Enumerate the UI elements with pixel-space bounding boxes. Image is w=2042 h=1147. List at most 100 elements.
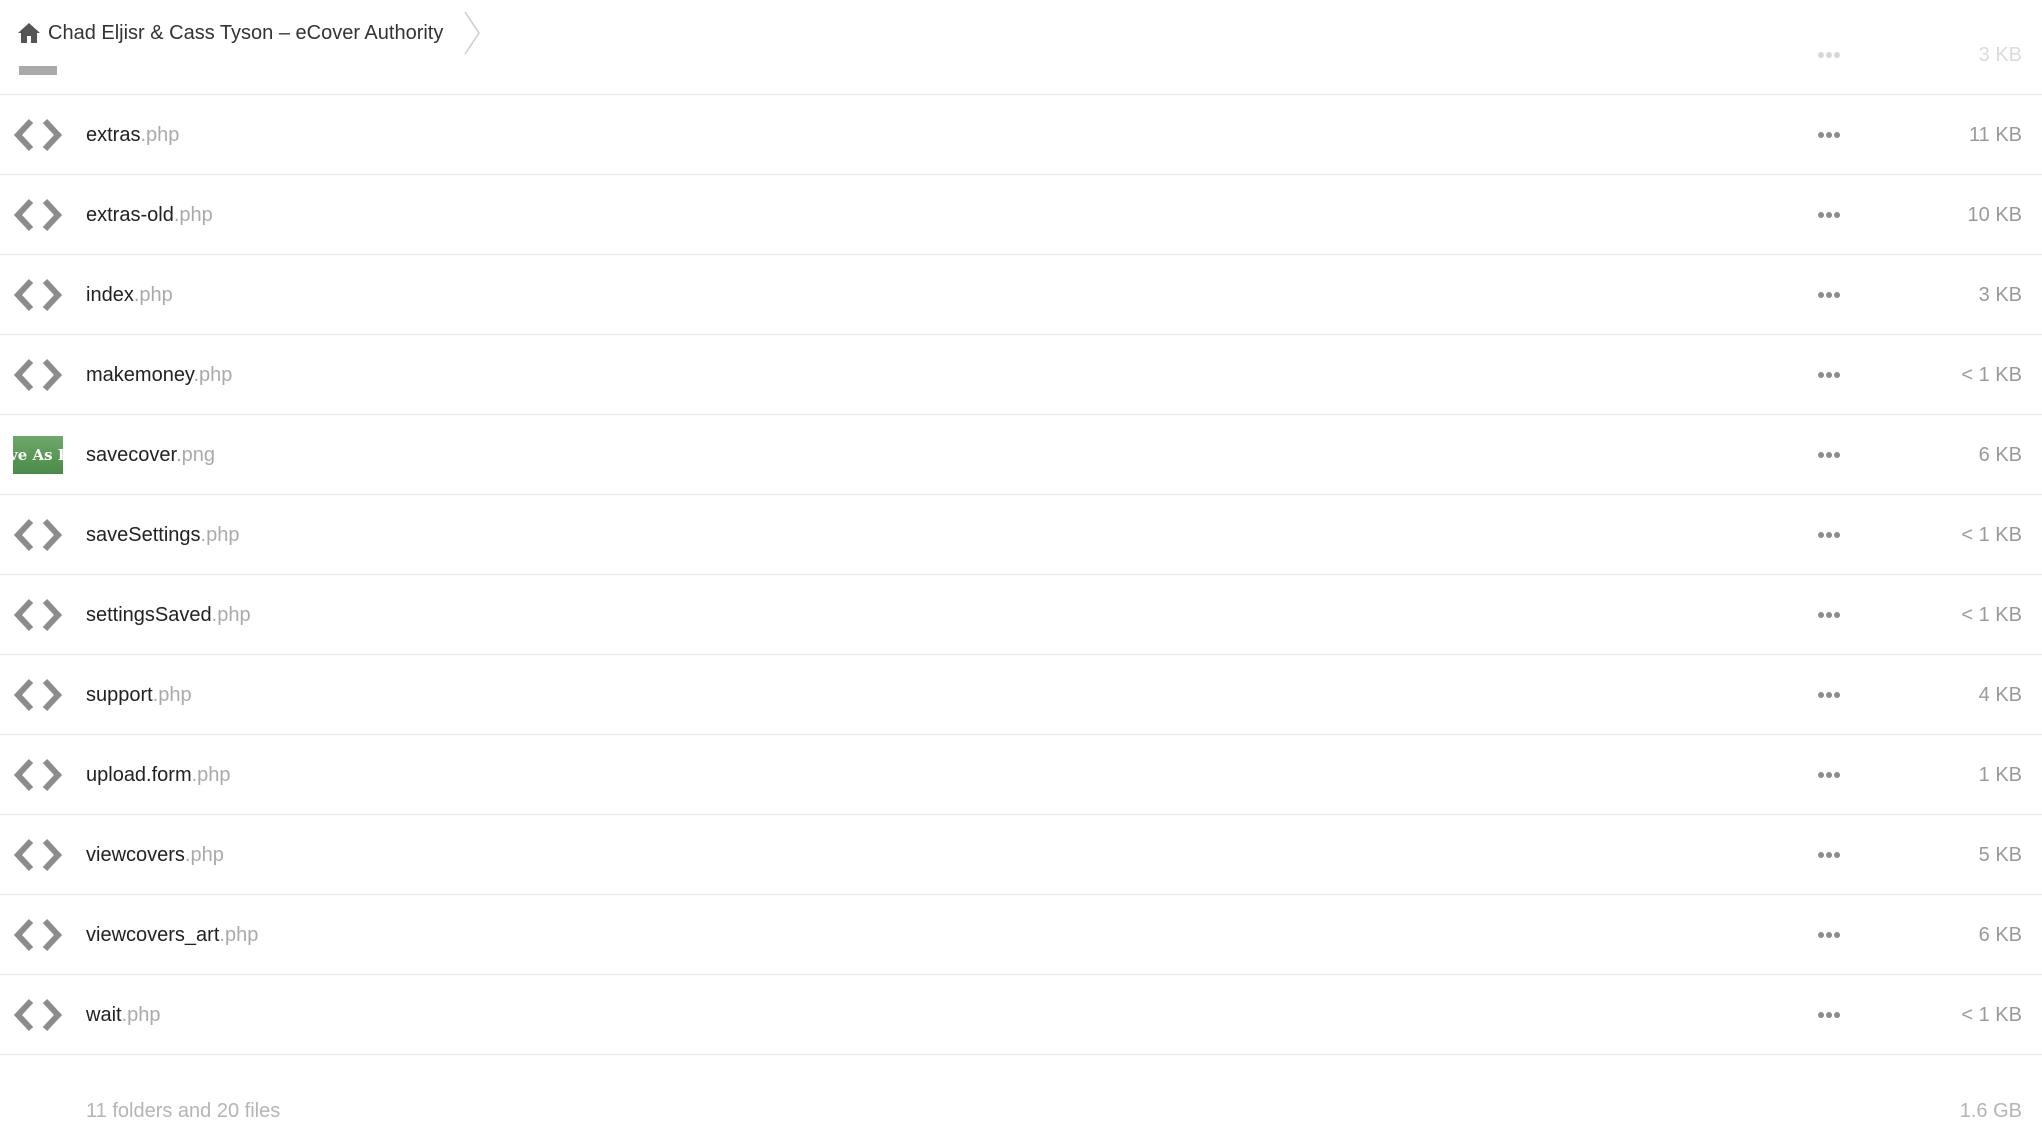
file-browser: error.jpg3 KBextras.php11 KBextras-old.p… xyxy=(0,0,2042,1147)
file-name[interactable]: extras-old.php xyxy=(86,175,213,255)
file-name[interactable]: support.php xyxy=(86,655,192,735)
file-icon-wrapper xyxy=(13,673,63,716)
file-basename: viewcovers_art xyxy=(86,924,220,946)
file-list: error.jpg3 KBextras.php11 KBextras-old.p… xyxy=(0,15,2042,1055)
file-basename: index xyxy=(86,284,134,306)
file-extension: .php xyxy=(184,844,224,866)
more-actions-button[interactable] xyxy=(1812,840,1846,870)
home-icon[interactable] xyxy=(16,20,42,46)
code-icon xyxy=(13,358,63,391)
file-extension: .php xyxy=(191,764,231,786)
file-icon-wrapper xyxy=(13,353,63,396)
file-icon-wrapper xyxy=(13,513,63,556)
more-actions-button[interactable] xyxy=(1812,200,1846,230)
more-actions-button[interactable] xyxy=(1812,760,1846,790)
code-icon xyxy=(13,598,63,631)
file-row[interactable]: extras.php 11 KB xyxy=(0,95,2042,175)
file-icon-wrapper xyxy=(13,193,63,236)
thumbnail-image: ve As Pi xyxy=(13,435,63,474)
folder-summary: 11 folders and 20 files 1.6 GB xyxy=(0,1076,2042,1146)
file-name[interactable]: wait.php xyxy=(86,975,161,1055)
file-basename: extras-old xyxy=(86,204,174,226)
more-actions-button[interactable] xyxy=(1812,280,1846,310)
file-row[interactable]: viewcovers.php 5 KB xyxy=(0,815,2042,895)
more-actions-button[interactable] xyxy=(1812,40,1846,70)
more-actions-button[interactable] xyxy=(1812,120,1846,150)
file-row[interactable]: support.php 4 KB xyxy=(0,655,2042,735)
file-row[interactable]: ve As Pi savecover.png 6 KB xyxy=(0,415,2042,495)
ellipsis-icon xyxy=(1818,212,1840,218)
file-extension: .php xyxy=(219,924,259,946)
file-row[interactable]: upload.form.php 1 KB xyxy=(0,735,2042,815)
file-row[interactable]: settingsSaved.php < 1 KB xyxy=(0,575,2042,655)
ellipsis-icon xyxy=(1818,852,1840,858)
file-icon-wrapper xyxy=(13,113,63,156)
file-icon-wrapper xyxy=(13,753,63,796)
file-name[interactable]: extras.php xyxy=(86,95,179,175)
file-extension: .php xyxy=(121,1004,161,1026)
ellipsis-icon xyxy=(1818,932,1840,938)
file-row[interactable]: extras-old.php 10 KB xyxy=(0,175,2042,255)
code-icon xyxy=(13,758,63,791)
file-name[interactable]: viewcovers_art.php xyxy=(86,895,258,975)
file-basename: savecover xyxy=(86,444,177,466)
file-basename: extras xyxy=(86,124,141,146)
ellipsis-icon xyxy=(1818,292,1840,298)
more-actions-button[interactable] xyxy=(1812,600,1846,630)
code-icon xyxy=(13,678,63,711)
file-size: 3 KB xyxy=(1978,44,2022,66)
ellipsis-icon xyxy=(1818,452,1840,458)
file-name[interactable]: savecover.png xyxy=(86,415,215,495)
file-basename: upload.form xyxy=(86,764,192,786)
file-extension: .php xyxy=(140,124,180,146)
more-actions-button[interactable] xyxy=(1812,1000,1846,1030)
code-icon xyxy=(13,838,63,871)
file-name[interactable]: viewcovers.php xyxy=(86,815,224,895)
file-basename: makemoney xyxy=(86,364,194,386)
ellipsis-icon xyxy=(1818,132,1840,138)
file-size: < 1 KB xyxy=(1961,524,2022,546)
more-actions-button[interactable] xyxy=(1812,920,1846,950)
ellipsis-icon xyxy=(1818,612,1840,618)
ellipsis-icon xyxy=(1818,52,1840,58)
breadcrumb: Chad Eljisr & Cass Tyson – eCover Author… xyxy=(0,0,522,66)
breadcrumb-title[interactable]: Chad Eljisr & Cass Tyson – eCover Author… xyxy=(48,22,443,45)
file-icon-wrapper xyxy=(13,593,63,636)
file-row[interactable]: saveSettings.php < 1 KB xyxy=(0,495,2042,575)
file-extension: .php xyxy=(173,204,213,226)
file-size: 10 KB xyxy=(1967,204,2022,226)
ellipsis-icon xyxy=(1818,772,1840,778)
code-icon xyxy=(13,918,63,951)
ellipsis-icon xyxy=(1818,372,1840,378)
file-basename: support xyxy=(86,684,153,706)
file-basename: settingsSaved xyxy=(86,604,212,626)
more-actions-button[interactable] xyxy=(1812,360,1846,390)
code-icon xyxy=(13,278,63,311)
file-size: 1 KB xyxy=(1978,764,2022,786)
code-icon xyxy=(13,518,63,551)
file-basename: viewcovers xyxy=(86,844,185,866)
more-actions-button[interactable] xyxy=(1812,680,1846,710)
file-size: 6 KB xyxy=(1978,924,2022,946)
code-icon xyxy=(13,198,63,231)
file-size: < 1 KB xyxy=(1961,1004,2022,1026)
file-basename: saveSettings xyxy=(86,524,201,546)
file-name[interactable]: saveSettings.php xyxy=(86,495,239,575)
file-extension: .php xyxy=(211,604,251,626)
file-size: 5 KB xyxy=(1978,844,2022,866)
ellipsis-icon xyxy=(1818,532,1840,538)
file-basename: wait xyxy=(86,1004,122,1026)
file-row[interactable]: wait.php < 1 KB xyxy=(0,975,2042,1055)
file-name[interactable]: index.php xyxy=(86,255,173,335)
file-icon-wrapper xyxy=(13,913,63,956)
file-name[interactable]: makemoney.php xyxy=(86,335,232,415)
file-extension: .php xyxy=(193,364,233,386)
file-row[interactable]: makemoney.php < 1 KB xyxy=(0,335,2042,415)
file-name[interactable]: settingsSaved.php xyxy=(86,575,251,655)
file-row[interactable]: index.php 3 KB xyxy=(0,255,2042,335)
file-icon-wrapper xyxy=(13,833,63,876)
file-row[interactable]: viewcovers_art.php 6 KB xyxy=(0,895,2042,975)
more-actions-button[interactable] xyxy=(1812,440,1846,470)
file-name[interactable]: upload.form.php xyxy=(86,735,231,815)
more-actions-button[interactable] xyxy=(1812,520,1846,550)
